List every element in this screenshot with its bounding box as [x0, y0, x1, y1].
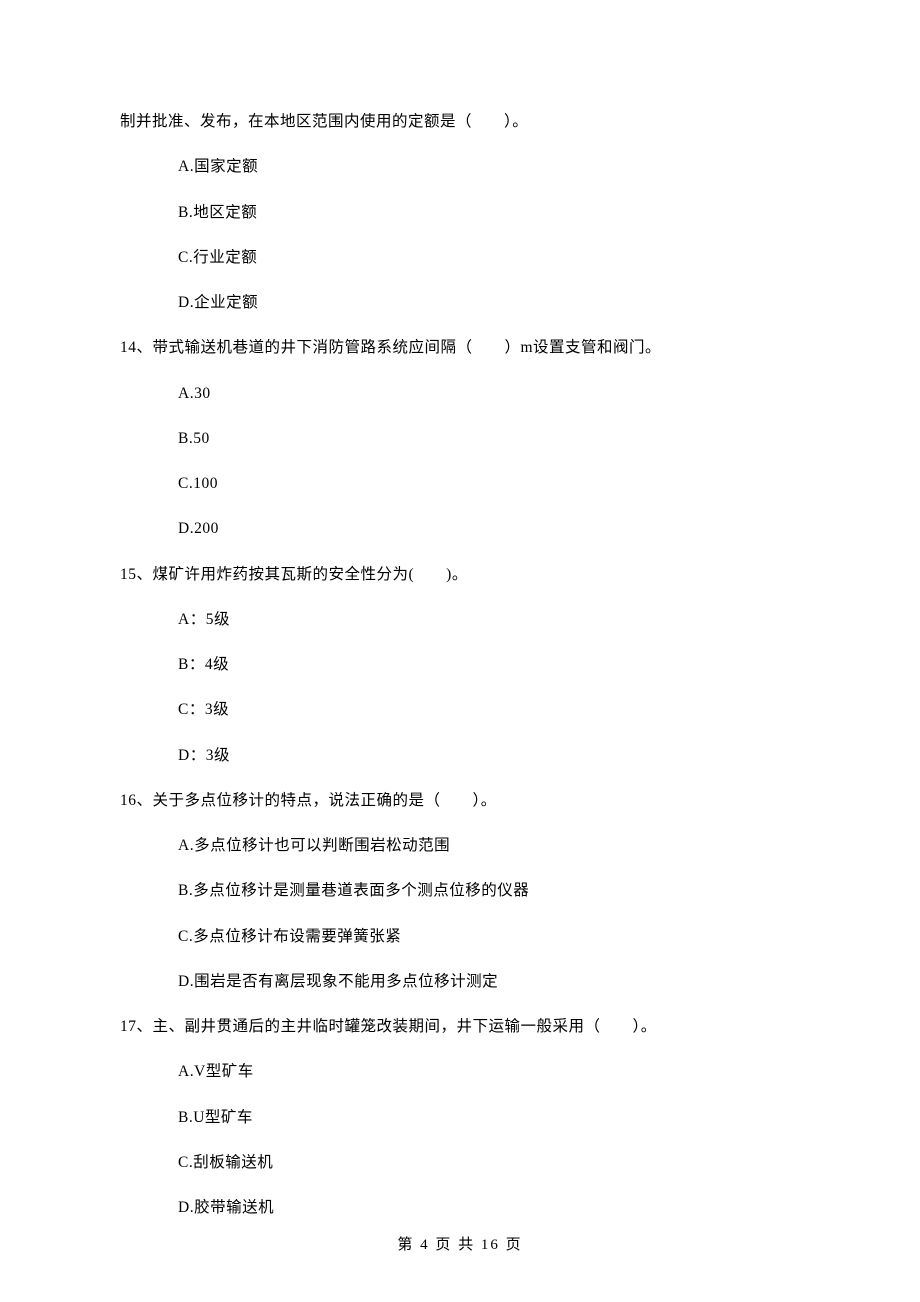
q17-option-d: D.胶带输送机 [178, 1196, 800, 1219]
page-footer: 第 4 页 共 16 页 [0, 1233, 920, 1254]
option-b: B.地区定额 [178, 201, 800, 224]
q17-option-a: A.V型矿车 [178, 1060, 800, 1083]
q17-option-b: B.U型矿车 [178, 1106, 800, 1129]
continuation-stem: 制并批准、发布，在本地区范围内使用的定额是（ ）。 [120, 110, 800, 133]
q16-option-a: A.多点位移计也可以判断围岩松动范围 [178, 834, 800, 857]
option-a: A.国家定额 [178, 155, 800, 178]
page-content: 制并批准、发布，在本地区范围内使用的定额是（ ）。 A.国家定额 B.地区定额 … [0, 0, 920, 1219]
q15-stem: 15、煤矿许用炸药按其瓦斯的安全性分为( )。 [120, 563, 800, 586]
q15-option-d: D：3级 [178, 744, 800, 767]
q16-option-d: D.围岩是否有离层现象不能用多点位移计测定 [178, 970, 800, 993]
q14-option-a: A.30 [178, 382, 800, 405]
q14-stem: 14、带式输送机巷道的井下消防管路系统应间隔（ ）m设置支管和阀门。 [120, 336, 800, 359]
q14-option-c: C.100 [178, 472, 800, 495]
q15-option-c: C：3级 [178, 698, 800, 721]
q14-option-d: D.200 [178, 517, 800, 540]
q15-option-a: A：5级 [178, 608, 800, 631]
q16-option-c: C.多点位移计布设需要弹簧张紧 [178, 925, 800, 948]
q15-option-b: B：4级 [178, 653, 800, 676]
q17-stem: 17、主、副井贯通后的主井临时罐笼改装期间，井下运输一般采用（ ）。 [120, 1015, 800, 1038]
q14-option-b: B.50 [178, 427, 800, 450]
option-d: D.企业定额 [178, 291, 800, 314]
q16-option-b: B.多点位移计是测量巷道表面多个测点位移的仪器 [178, 879, 800, 902]
option-c: C.行业定额 [178, 246, 800, 269]
q16-stem: 16、关于多点位移计的特点，说法正确的是（ ）。 [120, 789, 800, 812]
q17-option-c: C.刮板输送机 [178, 1151, 800, 1174]
